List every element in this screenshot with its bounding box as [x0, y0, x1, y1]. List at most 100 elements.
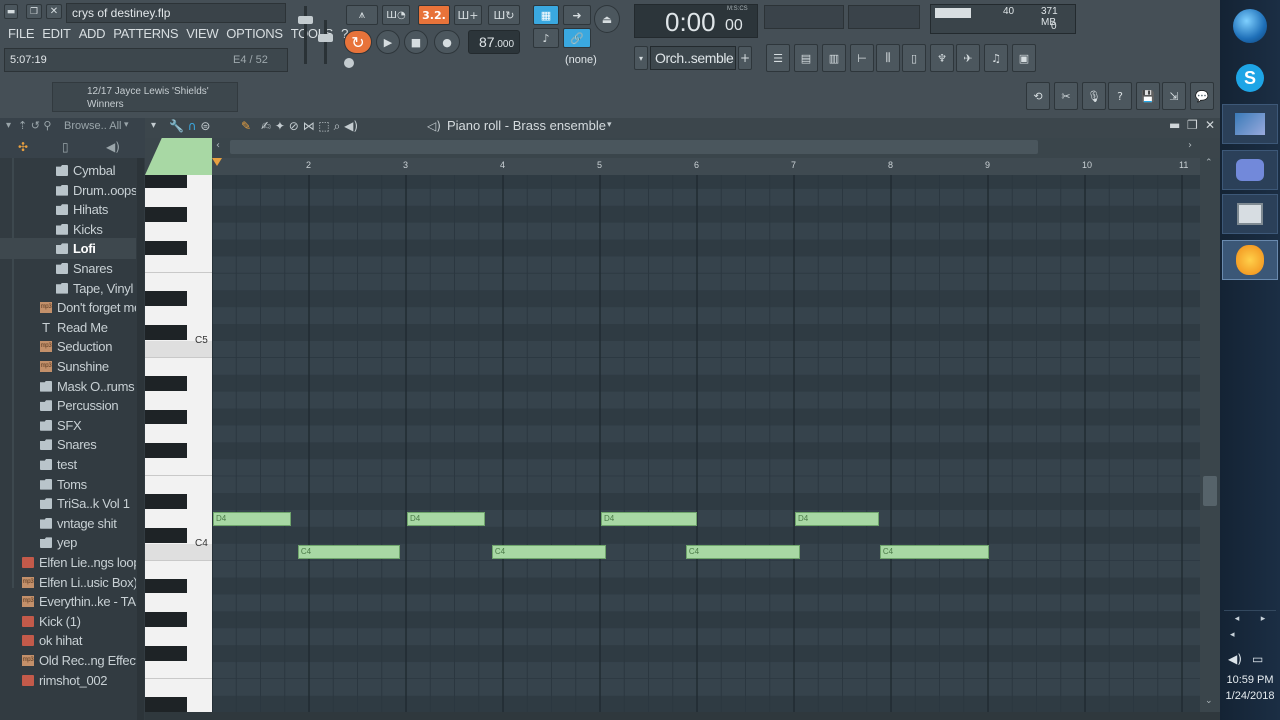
- browser-item[interactable]: vntage shit: [0, 513, 136, 534]
- browser-item[interactable]: yep: [0, 532, 136, 553]
- network-icon[interactable]: ▭: [1252, 652, 1263, 666]
- black-key[interactable]: [145, 696, 187, 712]
- export-icon[interactable]: ⇲: [1162, 82, 1186, 110]
- edit-tools-icons[interactable]: ✍ ✦ ⊘ ⋈ ⬚ ⌕ ◀): [261, 119, 358, 134]
- pr-minimize-icon[interactable]: ▬: [1169, 118, 1180, 132]
- black-key[interactable]: [145, 206, 187, 222]
- black-key[interactable]: [145, 527, 187, 543]
- browser-item[interactable]: ok hihat: [0, 630, 136, 651]
- metronome-icon[interactable]: ⩚: [346, 5, 378, 25]
- taskbar-guitar-app[interactable]: [1222, 104, 1278, 144]
- chat-icon[interactable]: 💬: [1190, 82, 1214, 110]
- overview-strip[interactable]: ‹ ›: [212, 138, 1200, 158]
- piano-keyboard[interactable]: C5 C4: [145, 175, 212, 712]
- note[interactable]: D4: [601, 511, 698, 526]
- piano-roll-title-dropdown-icon[interactable]: ▾: [607, 120, 612, 130]
- browser-item[interactable]: mp3 Old Rec..ng Effect: [0, 650, 136, 671]
- browser-item[interactable]: Kick (1): [0, 611, 136, 632]
- black-key[interactable]: [145, 494, 187, 509]
- song-time-display[interactable]: 0:00 00 M:S:CS: [634, 4, 758, 38]
- browser-item[interactable]: T Read Me: [0, 317, 136, 338]
- browser-item[interactable]: Percussion: [0, 395, 136, 416]
- plugin-icon[interactable]: ♆: [930, 44, 954, 72]
- mic-icon[interactable]: ♫: [984, 44, 1008, 72]
- piano-roll-icon[interactable]: ▥: [822, 44, 846, 72]
- browser-item[interactable]: Snares: [0, 258, 136, 279]
- loop-record-icon[interactable]: Ш↻: [488, 5, 520, 25]
- pr-maximize-icon[interactable]: ❐: [1187, 118, 1198, 132]
- master-volume-handle[interactable]: [298, 16, 313, 24]
- note-grid[interactable]: D4 C4 D4 C4 D4 C4 D4 C4: [212, 175, 1200, 712]
- note[interactable]: C4: [879, 545, 989, 560]
- browser-filter[interactable]: Browse.. All: [64, 120, 121, 132]
- stop-icon[interactable]: ■: [404, 30, 428, 54]
- playhead-marker-icon[interactable]: [212, 158, 222, 166]
- browser-item[interactable]: Lofi: [0, 238, 136, 260]
- master-volume-slider[interactable]: [304, 6, 307, 64]
- browser-item[interactable]: Drum..oops: [0, 180, 136, 201]
- taskbar-discord[interactable]: [1222, 150, 1278, 190]
- horizontal-scroll-thumb[interactable]: [230, 140, 1038, 154]
- note[interactable]: C4: [685, 545, 801, 560]
- play-icon[interactable]: ▶: [376, 30, 400, 54]
- menu-file[interactable]: FILE: [4, 24, 38, 44]
- wing-icon[interactable]: ✈: [956, 44, 980, 72]
- undo-icon[interactable]: ⟲: [1026, 82, 1050, 110]
- taskbar-fl-studio[interactable]: [1222, 240, 1278, 280]
- pr-close-icon[interactable]: ✕: [1205, 118, 1215, 132]
- vertical-scroll-thumb[interactable]: [1203, 476, 1217, 506]
- snap-selector[interactable]: (none): [560, 52, 626, 70]
- channel-rack-icon[interactable]: ▤: [794, 44, 818, 72]
- browser-file-icon[interactable]: ▯: [62, 140, 69, 154]
- start-button[interactable]: [1222, 6, 1278, 46]
- black-key[interactable]: [145, 409, 187, 425]
- browser-up-icon[interactable]: ⇡ ↺ ⚲: [18, 119, 51, 132]
- browser-item[interactable]: Tape, Vinyl: [0, 278, 136, 299]
- clock-time[interactable]: 10:59 PM: [1220, 674, 1280, 686]
- tempo-display[interactable]: 87.000: [468, 30, 520, 54]
- black-key[interactable]: [145, 443, 187, 459]
- taskbar-skype[interactable]: S: [1222, 58, 1278, 98]
- window-icon[interactable]: ▣: [1012, 44, 1036, 72]
- menu-view[interactable]: VIEW: [182, 24, 222, 44]
- typing-keyboard-icon[interactable]: ▦: [533, 5, 559, 25]
- scroll-down-icon[interactable]: ⌄: [1205, 696, 1213, 706]
- browser-item[interactable]: mp3 Everythin..ke - TAG: [0, 591, 136, 612]
- record-audio-icon[interactable]: 🎙: [1082, 82, 1106, 110]
- mixer-icon[interactable]: ⫼: [876, 44, 900, 72]
- timeline-ruler[interactable]: 2 3 4 5 6 7 8 9 10 11: [212, 158, 1200, 175]
- recording-knob-icon[interactable]: ⏏: [594, 5, 620, 33]
- save-icon[interactable]: 💾: [1136, 82, 1160, 110]
- browser-item[interactable]: SFX: [0, 415, 136, 436]
- add-channel-button[interactable]: +: [738, 46, 752, 70]
- browser-item[interactable]: test: [0, 454, 136, 475]
- news-panel[interactable]: 12/17 Jayce Lewis 'Shields' Winners: [52, 82, 238, 112]
- tray-expand-icon[interactable]: ◂: [1230, 630, 1235, 640]
- browser-item[interactable]: Toms: [0, 474, 136, 495]
- menu-add[interactable]: ADD: [75, 24, 110, 44]
- arrow-right-icon[interactable]: ➜: [563, 5, 591, 25]
- black-key[interactable]: [145, 291, 187, 307]
- step-edit-icon[interactable]: Ш+: [454, 5, 482, 25]
- pattern-mode-button[interactable]: 3.2.: [418, 5, 450, 25]
- clock-date[interactable]: 1/24/2018: [1220, 690, 1280, 702]
- pencil-icon[interactable]: ✎: [241, 119, 251, 133]
- black-key[interactable]: [145, 175, 187, 188]
- restore-icon[interactable]: ❐: [26, 4, 42, 19]
- browser-item[interactable]: Snares: [0, 434, 136, 455]
- tray-arrows[interactable]: ◂ ▸: [1224, 610, 1276, 626]
- browser-filter-dropdown-icon[interactable]: ▾: [124, 120, 129, 130]
- master-pitch-handle[interactable]: [318, 34, 333, 42]
- cut-icon[interactable]: ✂: [1054, 82, 1078, 110]
- piano-roll-corner-tool[interactable]: [145, 138, 212, 175]
- browser-tree-icon[interactable]: ⊢: [850, 44, 874, 72]
- browser-collapse-icon[interactable]: ▾: [6, 120, 11, 131]
- taskbar-task-manager[interactable]: [1222, 194, 1278, 234]
- menu-patterns[interactable]: PATTERNS: [109, 24, 182, 44]
- channel-dropdown-icon[interactable]: ▾: [634, 46, 648, 70]
- note[interactable]: C4: [491, 545, 607, 560]
- browser-speaker-icon[interactable]: ◀): [106, 140, 120, 154]
- browser-item[interactable]: mp3 Don't forget me: [0, 297, 136, 318]
- black-key[interactable]: [145, 612, 187, 628]
- black-key[interactable]: [145, 646, 187, 662]
